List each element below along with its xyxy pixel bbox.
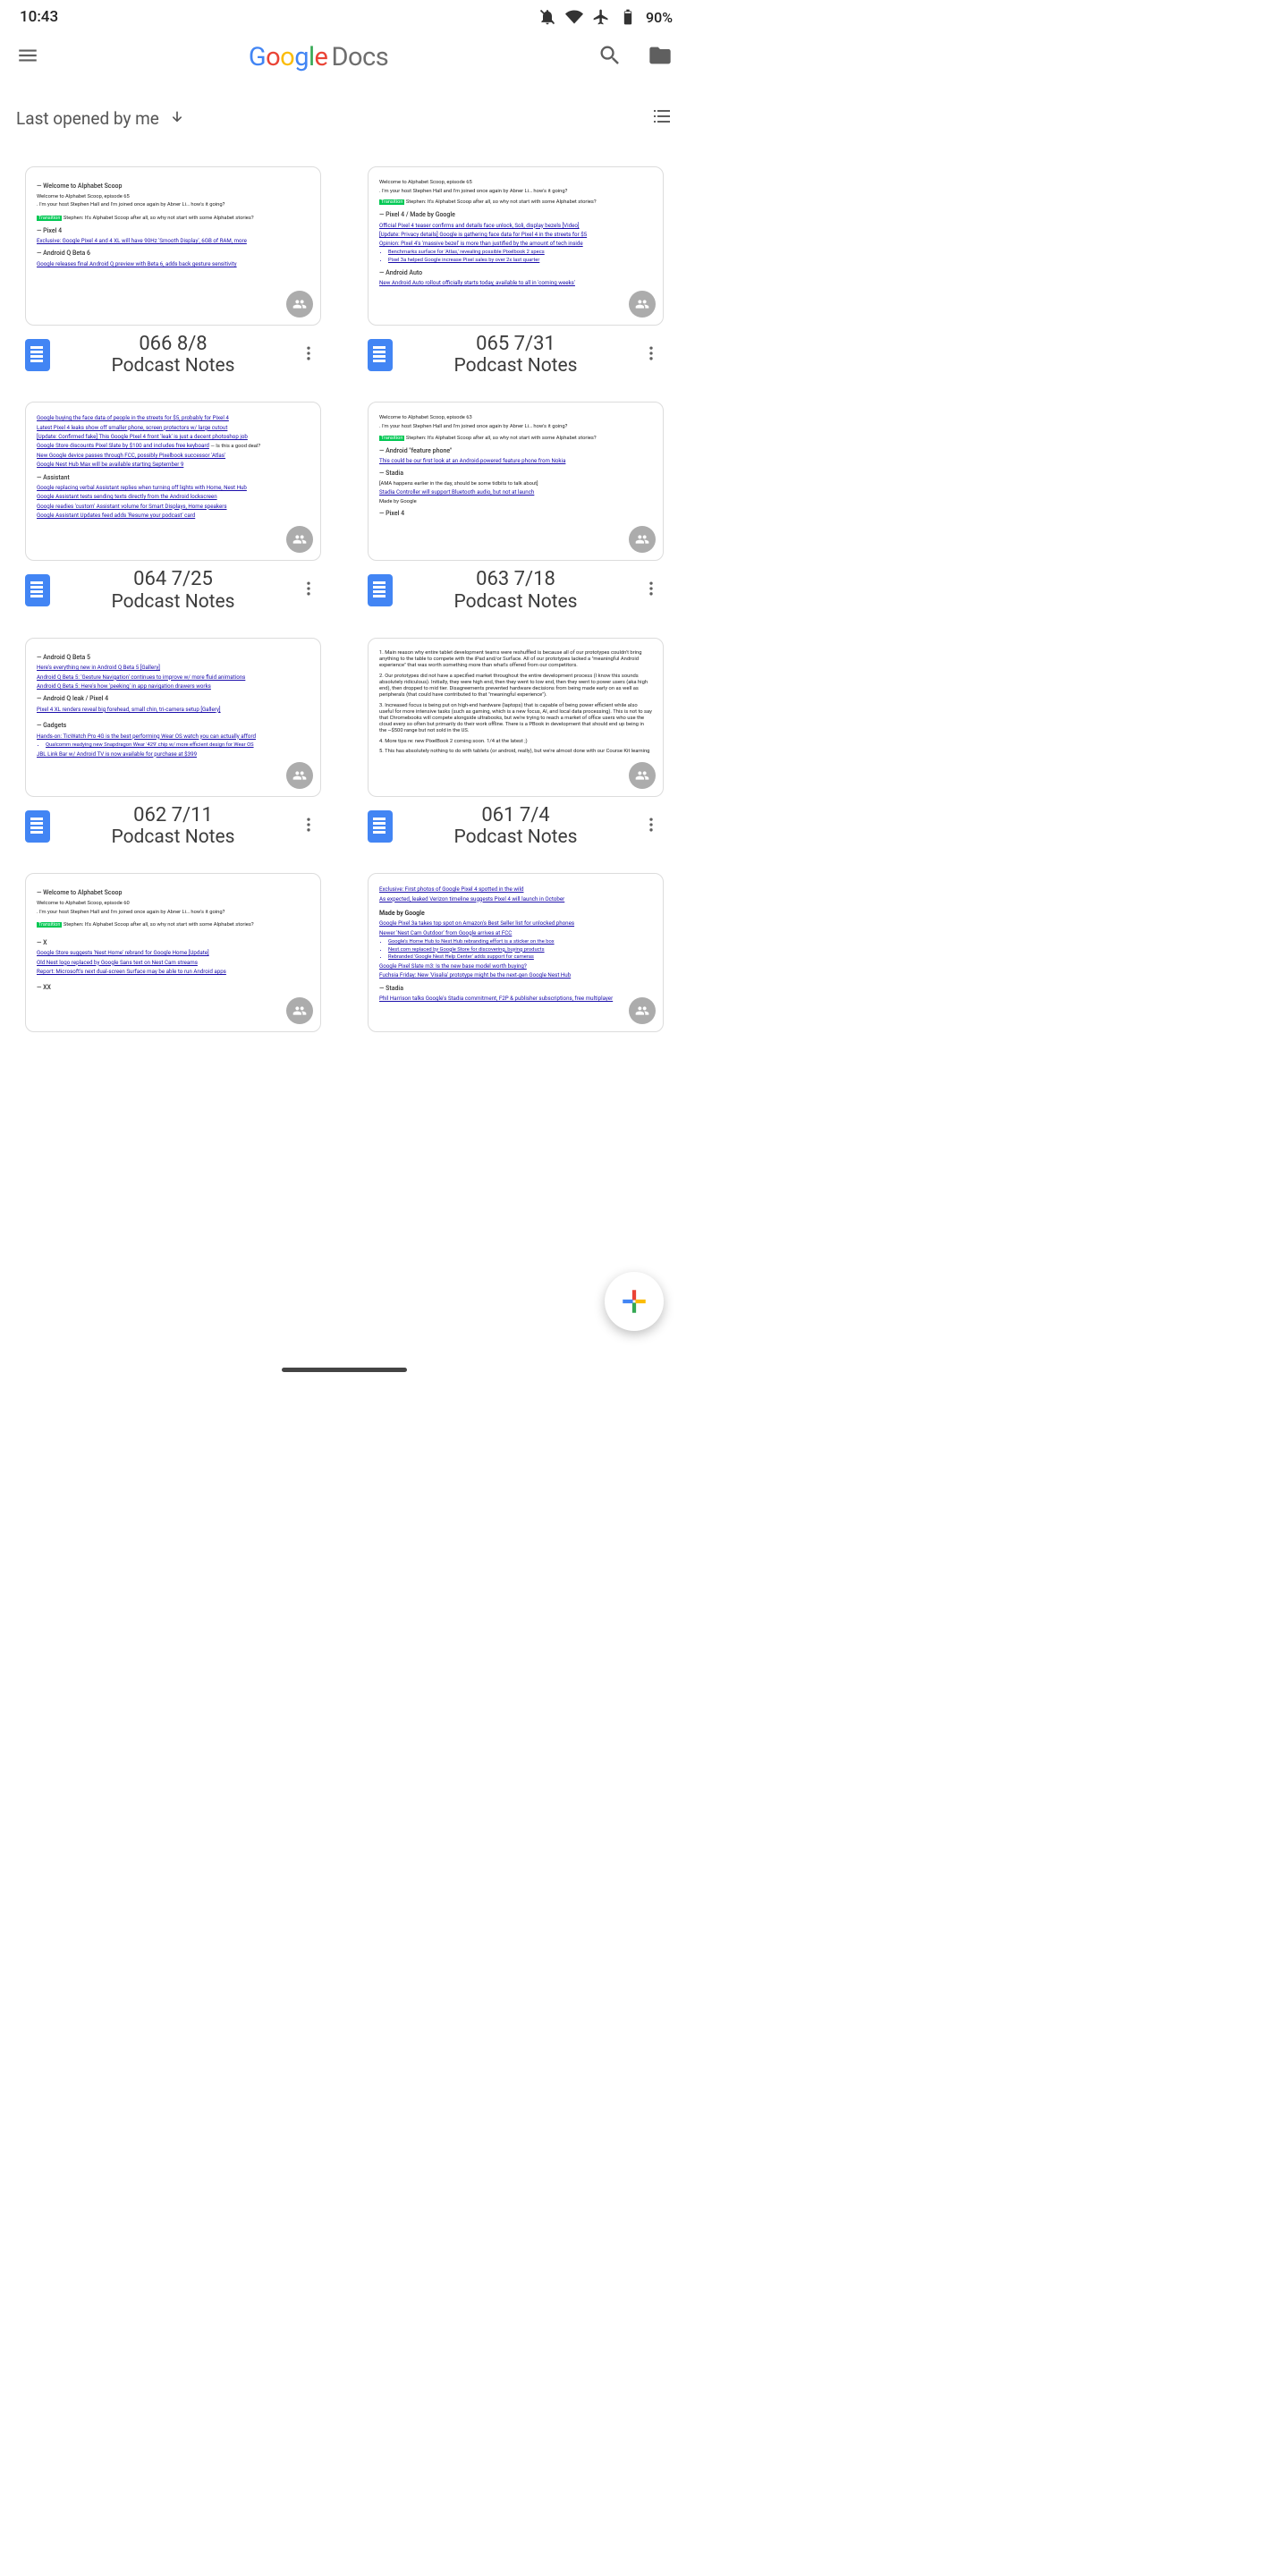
doc-more-button[interactable] — [296, 812, 321, 841]
more-vert-icon — [300, 344, 318, 362]
shared-icon — [629, 762, 656, 789]
status-icons: 90% — [538, 8, 673, 26]
menu-button[interactable] — [16, 44, 39, 71]
search-button[interactable] — [597, 43, 623, 72]
doc-title: 061 7/4 Podcast Notes — [393, 804, 639, 848]
doc-card[interactable]: Welcome to Alphabet Scoop, episode 63 . … — [368, 402, 664, 612]
doc-thumbnail: Welcome to Alphabet Scoop, episode 63 . … — [368, 402, 664, 561]
folder-button[interactable] — [648, 43, 673, 72]
home-indicator[interactable] — [282, 1368, 407, 1372]
doc-more-button[interactable] — [296, 576, 321, 605]
doc-thumbnail: 1. Main reason why entire tablet develop… — [368, 638, 664, 797]
doc-title: 065 7/31 Podcast Notes — [393, 333, 639, 377]
plus-icon — [619, 1286, 649, 1317]
doc-thumbnail: — Welcome to Alphabet Scoop Welcome to A… — [25, 873, 321, 1032]
arrow-down-icon — [168, 109, 186, 127]
hamburger-icon — [16, 44, 39, 67]
shared-icon — [286, 762, 313, 789]
battery-percent: 90% — [646, 9, 673, 26]
more-vert-icon — [642, 816, 660, 834]
doc-title: 062 7/11 Podcast Notes — [50, 804, 296, 848]
doc-card[interactable]: Google buying the face data of people in… — [25, 402, 321, 612]
app-bar: GoogleDocs — [0, 34, 689, 80]
app-title: GoogleDocs — [39, 42, 597, 72]
shared-icon — [286, 291, 313, 318]
doc-card[interactable]: Welcome to Alphabet Scoop, episode 65 . … — [368, 166, 664, 377]
doc-type-icon — [368, 339, 393, 371]
more-vert-icon — [642, 580, 660, 597]
doc-thumbnail: Exclusive: First photos of Google Pixel … — [368, 873, 664, 1032]
sort-button[interactable]: Last opened by me — [16, 108, 186, 129]
folder-icon — [648, 43, 673, 68]
doc-type-icon — [368, 810, 393, 843]
doc-title: 066 8/8 Podcast Notes — [50, 333, 296, 377]
doc-title: 064 7/25 Podcast Notes — [50, 568, 296, 612]
doc-card[interactable]: — Welcome to Alphabet Scoop Welcome to A… — [25, 873, 321, 1032]
status-bar: 10:43 90% — [0, 0, 689, 34]
wifi-icon — [565, 8, 583, 26]
shared-icon — [629, 291, 656, 318]
doc-card[interactable]: 1. Main reason why entire tablet develop… — [368, 638, 664, 848]
battery-icon — [619, 8, 637, 26]
doc-more-button[interactable] — [639, 341, 664, 369]
document-grid: — Welcome to Alphabet Scoop Welcome to A… — [0, 134, 689, 1050]
shared-icon — [286, 997, 313, 1024]
shared-icon — [629, 526, 656, 553]
more-vert-icon — [300, 816, 318, 834]
doc-more-button[interactable] — [639, 576, 664, 605]
doc-more-button[interactable] — [639, 812, 664, 841]
more-vert-icon — [300, 580, 318, 597]
doc-card[interactable]: — Android Q Beta 5 Here's everything new… — [25, 638, 321, 848]
doc-type-icon — [25, 810, 50, 843]
shared-icon — [286, 526, 313, 553]
doc-type-icon — [25, 574, 50, 606]
doc-type-icon — [368, 574, 393, 606]
doc-type-icon — [25, 339, 50, 371]
sort-label: Last opened by me — [16, 108, 159, 129]
doc-more-button[interactable] — [296, 341, 321, 369]
dnd-off-icon — [538, 8, 556, 26]
new-document-fab[interactable] — [605, 1272, 664, 1331]
more-vert-icon — [642, 344, 660, 362]
airplane-icon — [592, 8, 610, 26]
list-view-icon — [651, 106, 673, 127]
sort-row: Last opened by me — [0, 80, 689, 134]
doc-thumbnail: Welcome to Alphabet Scoop, episode 65 . … — [368, 166, 664, 326]
search-icon — [597, 43, 623, 68]
status-time: 10:43 — [20, 8, 58, 26]
doc-card[interactable]: Exclusive: First photos of Google Pixel … — [368, 873, 664, 1032]
doc-thumbnail: — Welcome to Alphabet Scoop Welcome to A… — [25, 166, 321, 326]
doc-card[interactable]: — Welcome to Alphabet Scoop Welcome to A… — [25, 166, 321, 377]
doc-thumbnail: — Android Q Beta 5 Here's everything new… — [25, 638, 321, 797]
shared-icon — [629, 997, 656, 1024]
doc-thumbnail: Google buying the face data of people in… — [25, 402, 321, 561]
doc-title: 063 7/18 Podcast Notes — [393, 568, 639, 612]
view-toggle-button[interactable] — [651, 106, 673, 131]
